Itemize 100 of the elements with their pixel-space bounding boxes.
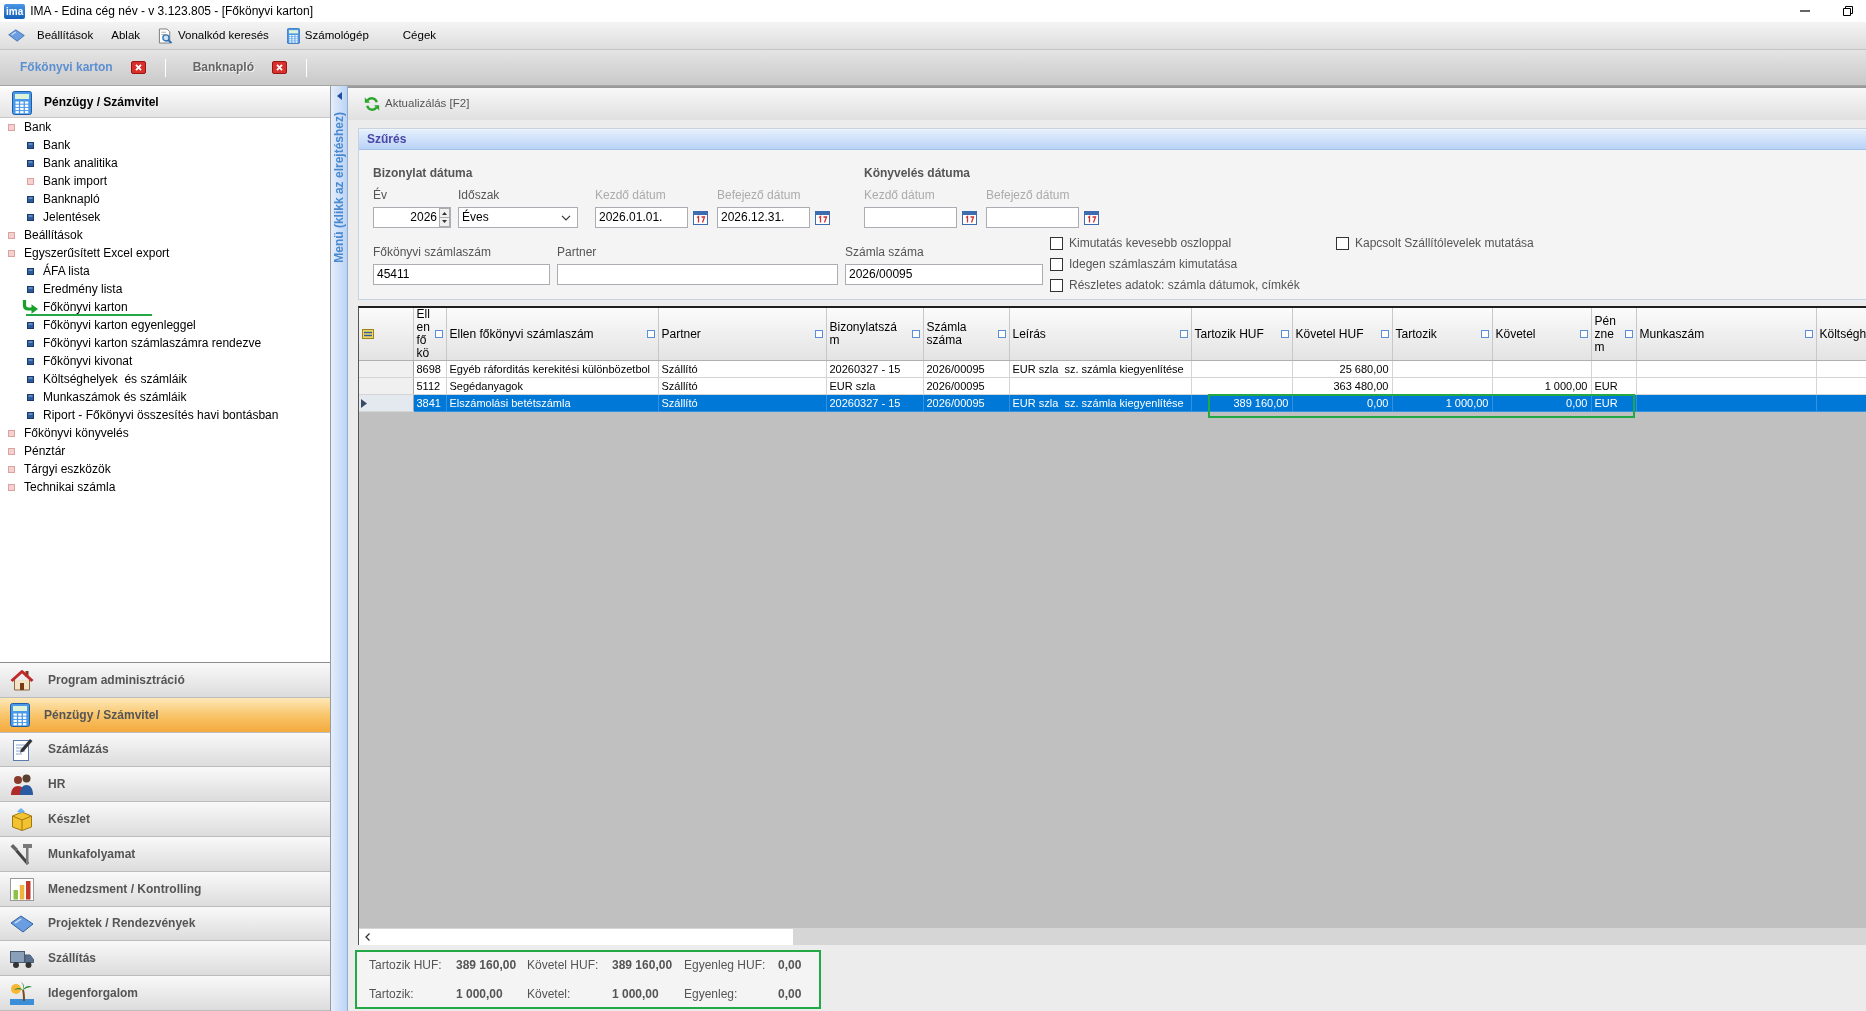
tree-item[interactable]: ÁFA lista xyxy=(43,263,90,279)
tree-item[interactable]: Pénztár xyxy=(24,443,66,459)
column-header[interactable]: Ellenfőkö xyxy=(413,308,446,361)
checkbox[interactable] xyxy=(1050,279,1063,292)
filter-icon[interactable] xyxy=(1280,330,1289,338)
field-label: Befejező dátum xyxy=(717,188,802,203)
spinner-arrows-icon[interactable] xyxy=(439,208,450,227)
tree-item[interactable]: Főkönyvi karton számlaszámra rendezve xyxy=(43,335,262,351)
column-header[interactable]: Pénznem xyxy=(1591,308,1636,361)
module-tab[interactable]: Program adminisztráció xyxy=(0,663,330,698)
restore-icon[interactable] xyxy=(1843,6,1853,16)
column-header[interactable]: Követel xyxy=(1492,308,1591,361)
house-icon xyxy=(10,667,34,692)
tab[interactable]: Banknapló xyxy=(192,60,288,75)
filter-icon[interactable] xyxy=(814,330,823,338)
collapse-icon[interactable] xyxy=(336,92,342,100)
tree-item[interactable]: Munkaszámok és számláik xyxy=(43,389,187,405)
menu-item[interactable]: Beállítások xyxy=(8,28,94,43)
filter-icon[interactable] xyxy=(1480,330,1489,338)
input-field[interactable]: 2026/00095 xyxy=(845,264,1043,285)
grid-menu-icon[interactable] xyxy=(362,329,374,339)
tree-item[interactable]: Tárgyi eszközök xyxy=(24,461,111,477)
filter-icon[interactable] xyxy=(1804,330,1813,338)
module-tab[interactable]: Idegenforgalom xyxy=(0,976,330,1011)
column-header[interactable]: Tartozik xyxy=(1392,308,1492,361)
column-header[interactable]: Partner xyxy=(658,308,826,361)
column-header[interactable]: Tartozik HUF xyxy=(1191,308,1292,361)
checkbox[interactable] xyxy=(1050,237,1063,250)
filter-icon[interactable] xyxy=(997,330,1006,338)
tree-item[interactable]: Főkönyvi karton egyenleggel xyxy=(43,317,196,333)
close-icon[interactable] xyxy=(272,61,288,74)
module-tab[interactable]: Számlázás xyxy=(0,732,330,768)
checkbox[interactable] xyxy=(1050,258,1063,271)
diamond-icon xyxy=(10,914,34,933)
tree-item[interactable]: Beállítások xyxy=(24,227,83,243)
tree-item[interactable]: Jelentések xyxy=(43,209,101,225)
tree-item[interactable]: Egyszerűsített Excel export xyxy=(24,245,170,261)
horizontal-scrollbar[interactable] xyxy=(359,928,1866,945)
menu-item[interactable]: Ablak xyxy=(111,28,141,43)
number-field[interactable]: 2026 xyxy=(373,207,451,228)
checkbox-label[interactable]: Kapcsolt Szállítólevelek mutatása xyxy=(1355,236,1534,251)
menu-item[interactable]: Vonalkód keresés xyxy=(158,27,269,44)
module-tab[interactable]: Menedzsment / Kontrolling xyxy=(0,871,330,907)
date-field[interactable] xyxy=(986,207,1079,228)
tree-item[interactable]: Főkönyvi könyvelés xyxy=(24,425,129,441)
module-tab[interactable]: Projektek / Rendezvények xyxy=(0,906,330,942)
column-header[interactable]: Bizonylatszám xyxy=(826,308,923,361)
tree-item[interactable]: Bank xyxy=(24,119,52,135)
panel-header: Szűrés xyxy=(359,130,1866,150)
module-tab[interactable]: Készlet xyxy=(0,802,330,837)
filter-icon[interactable] xyxy=(434,330,443,338)
module-tab[interactable]: Szállítás xyxy=(0,941,330,977)
checkbox[interactable] xyxy=(1336,237,1349,250)
calendar-icon[interactable] xyxy=(962,210,977,225)
panel-title: Pénzügy / Számvitel xyxy=(44,95,159,110)
input-field[interactable]: 45411 xyxy=(373,264,550,285)
checkbox-label[interactable]: Részletes adatok: számla dátumok, címkék xyxy=(1069,278,1300,293)
scrollbar-thumb[interactable] xyxy=(793,929,1866,945)
tree-item[interactable]: Bank xyxy=(43,137,71,153)
filter-icon[interactable] xyxy=(1380,330,1389,338)
tree-item[interactable]: Eredmény lista xyxy=(43,281,123,297)
filter-icon[interactable] xyxy=(1179,330,1188,338)
calendar-icon[interactable] xyxy=(693,210,708,225)
tree-item[interactable]: Bank import xyxy=(43,173,108,189)
tree-item[interactable]: Költséghelyek és számláik xyxy=(43,371,188,387)
calendar-icon[interactable] xyxy=(1084,210,1099,225)
module-tab[interactable]: Pénzügy / Számvitel xyxy=(0,697,330,733)
menu-item[interactable]: Számológép xyxy=(286,27,369,44)
scroll-left-icon[interactable] xyxy=(365,933,370,941)
column-header[interactable]: Munkaszám xyxy=(1636,308,1816,361)
tree-item[interactable]: Riport - Főkönyvi összesítés havi bontásban xyxy=(43,407,279,423)
filter-icon[interactable] xyxy=(911,330,920,338)
close-icon[interactable] xyxy=(130,61,146,74)
row-pointer-icon xyxy=(361,398,367,408)
tree-item[interactable]: Technikai számla xyxy=(24,479,116,495)
date-field[interactable] xyxy=(864,207,957,228)
checkbox-label[interactable]: Idegen számlaszám kimutatása xyxy=(1069,257,1238,272)
module-tab[interactable]: HR xyxy=(0,767,330,803)
tree-item[interactable]: Bank analitika xyxy=(43,155,118,171)
summary-value: 389 160,00 xyxy=(456,957,518,973)
filter-icon[interactable] xyxy=(1624,330,1633,338)
summary-value: 1 000,00 xyxy=(456,986,504,1002)
filter-icon[interactable] xyxy=(646,330,655,338)
field-label: Kezdő dátum xyxy=(864,188,936,203)
column-header[interactable]: Számla száma xyxy=(923,308,1009,361)
filter-icon[interactable] xyxy=(1579,330,1588,338)
checkbox-label[interactable]: Kimutatás kevesebb oszloppal xyxy=(1069,236,1232,251)
dropdown-field[interactable]: Éves xyxy=(458,207,578,228)
tree-item[interactable]: Banknapló xyxy=(43,191,100,207)
menu-item[interactable]: Cégek xyxy=(402,28,437,43)
column-header[interactable]: Költségh xyxy=(1816,308,1866,361)
module-tab[interactable]: Munkafolyamat xyxy=(0,837,330,872)
tree-item[interactable]: Főkönyvi kivonat xyxy=(43,353,133,369)
column-header[interactable]: Leírás xyxy=(1009,308,1191,361)
refresh-button[interactable]: Aktualizálás [F2] xyxy=(364,96,470,112)
input-field[interactable] xyxy=(557,264,838,285)
column-header[interactable]: Követel HUF xyxy=(1292,308,1392,361)
column-header[interactable]: Ellen főkönyvi számlaszám xyxy=(446,308,658,361)
summary-label: Egyenleg: xyxy=(684,986,739,1002)
calendar-icon[interactable] xyxy=(815,210,830,225)
